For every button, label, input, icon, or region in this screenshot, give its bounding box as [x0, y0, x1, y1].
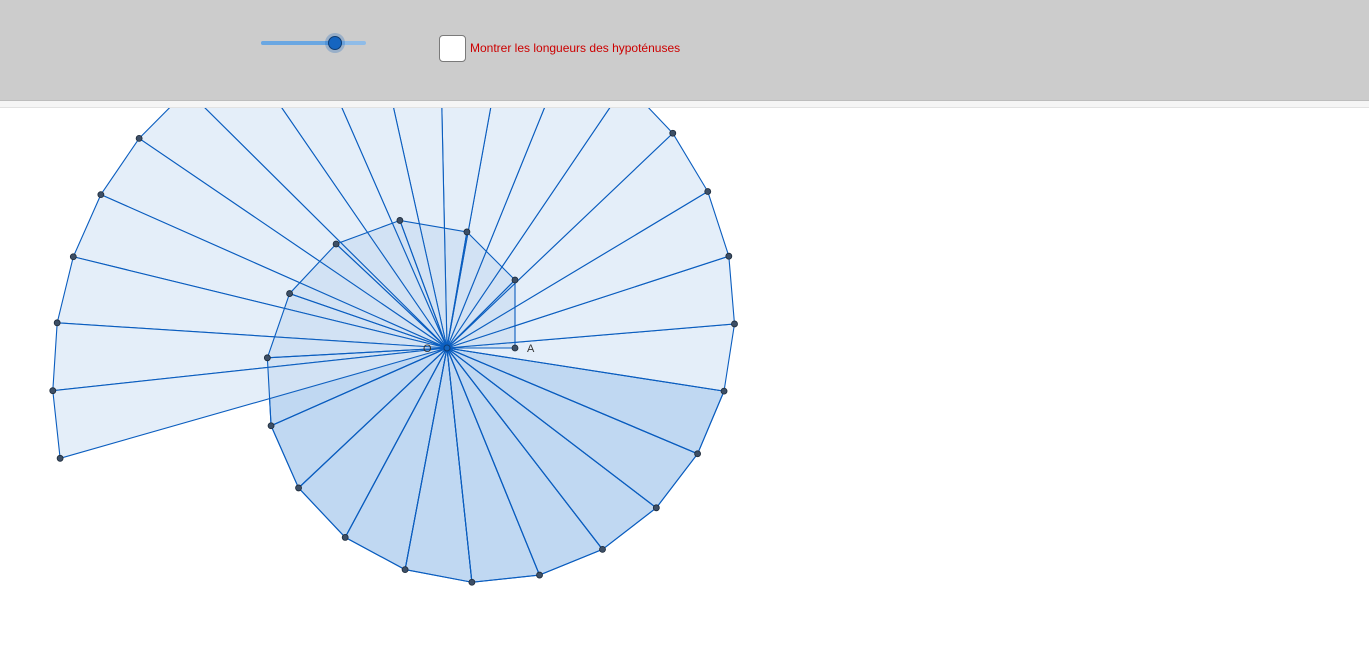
vertex-point[interactable] [704, 188, 712, 195]
center-point-label: O [423, 343, 432, 355]
vertex-point[interactable] [267, 422, 275, 430]
vertex-point[interactable] [401, 566, 409, 574]
vertex-point[interactable] [599, 545, 606, 553]
vertex-point[interactable] [263, 354, 271, 362]
vertex-point[interactable] [295, 484, 302, 492]
vertex-point[interactable] [49, 387, 57, 395]
point-a-label: A [527, 343, 535, 355]
toolbar: Montrer les longueurs des hypoténuses [0, 0, 1369, 101]
triangle-count-slider[interactable] [261, 36, 367, 50]
vertex-point[interactable] [669, 129, 677, 137]
vertex-point[interactable] [135, 134, 143, 142]
toolbar-divider [0, 101, 1369, 108]
graphics-view[interactable]: O A [0, 108, 1369, 661]
vertex-point[interactable] [396, 217, 404, 224]
vertex-point[interactable] [468, 578, 476, 586]
vertex-point[interactable] [511, 276, 519, 284]
slider-fill [261, 41, 335, 45]
vertex-point[interactable] [720, 387, 728, 395]
vertex-point[interactable] [652, 504, 660, 512]
vertex-point[interactable] [511, 344, 519, 352]
show-lengths-checkbox[interactable] [439, 35, 466, 62]
slider-handle[interactable] [327, 36, 342, 50]
vertex-point[interactable] [53, 319, 61, 327]
vertex-point[interactable] [463, 228, 471, 236]
vertex-point[interactable] [286, 290, 293, 297]
vertex-point[interactable] [725, 252, 733, 260]
vertex-point[interactable] [341, 534, 349, 541]
center-point-o[interactable] [443, 344, 451, 352]
vertex-point[interactable] [97, 191, 105, 199]
vertex-point[interactable] [694, 450, 701, 458]
show-lengths-label[interactable]: Montrer les longueurs des hypoténuses [470, 41, 680, 55]
vertex-point[interactable] [56, 454, 64, 462]
spiral-of-theodorus[interactable]: O A [0, 108, 1369, 661]
vertex-point[interactable] [332, 240, 340, 248]
vertex-point[interactable] [536, 571, 543, 579]
vertex-point[interactable] [731, 320, 738, 328]
vertex-point[interactable] [69, 253, 77, 261]
